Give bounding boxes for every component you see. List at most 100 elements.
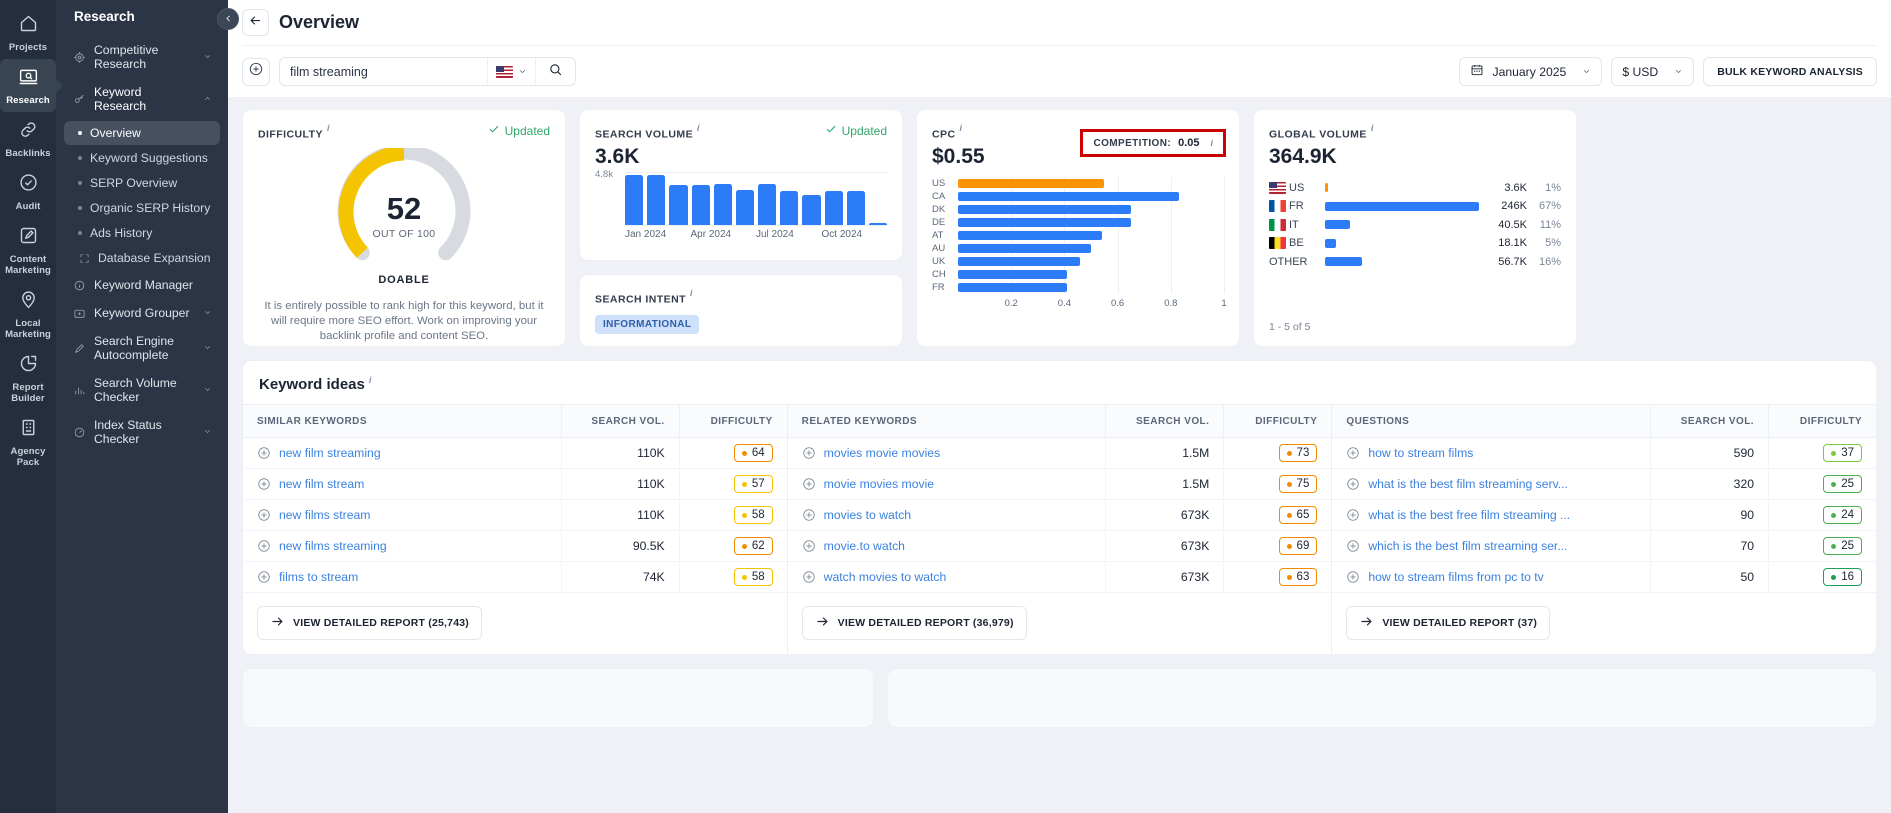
back-button[interactable]: [242, 9, 269, 36]
keyword-cell: new film streaming: [243, 446, 561, 460]
rail-item-backlinks[interactable]: Backlinks: [0, 112, 56, 165]
cpc-country-label: CH: [932, 269, 958, 280]
keyword-link[interactable]: watch movies to watch: [824, 570, 947, 584]
flag-cell: [1269, 182, 1289, 194]
keyword-link[interactable]: how to stream films: [1368, 446, 1473, 460]
view-detailed-report-button[interactable]: VIEW DETAILED REPORT (36,979): [802, 606, 1027, 640]
keyword-link[interactable]: what is the best film streaming serv...: [1368, 477, 1568, 491]
keyword-link[interactable]: new film stream: [279, 477, 364, 491]
info-icon[interactable]: i: [960, 123, 963, 133]
add-keyword-icon[interactable]: [802, 446, 816, 460]
keyword-link[interactable]: movies movie movies: [824, 446, 941, 460]
chevron-up-icon[interactable]: [203, 92, 212, 106]
keyword-link[interactable]: movie movies movie: [824, 477, 934, 491]
keyword-link[interactable]: new films streaming: [279, 539, 387, 553]
info-icon[interactable]: i: [327, 123, 330, 133]
add-keyword-icon[interactable]: [257, 477, 271, 491]
rail-item-content-marketing[interactable]: Content Marketing: [0, 218, 56, 282]
keyword-link[interactable]: new film streaming: [279, 446, 381, 460]
currency-selector[interactable]: $ USD: [1611, 57, 1694, 86]
chevron-down-icon[interactable]: [203, 50, 212, 64]
cpc-track: [958, 205, 1224, 214]
nav-item-keyword-grouper[interactable]: Keyword Grouper: [64, 299, 220, 327]
keyword-link[interactable]: what is the best free film streaming ...: [1368, 508, 1570, 522]
sidebar-item-overview[interactable]: Overview: [64, 121, 220, 145]
rail-item-research[interactable]: Research: [0, 59, 56, 112]
chevron-down-icon[interactable]: [203, 383, 212, 397]
add-keyword-icon[interactable]: [802, 539, 816, 553]
add-keyword-icon[interactable]: [802, 570, 816, 584]
card-title: CPC: [932, 128, 956, 140]
rail-item-projects[interactable]: Projects: [0, 6, 56, 59]
add-keyword-icon[interactable]: [257, 508, 271, 522]
sidebar-item-keyword-suggestions[interactable]: Keyword Suggestions: [64, 146, 220, 170]
add-keyword-icon[interactable]: [1346, 477, 1360, 491]
chevron-down-icon: [1674, 65, 1683, 79]
rail-item-agency-pack[interactable]: Agency Pack: [0, 410, 56, 474]
nav-item-search-engine-autocomplete[interactable]: Search Engine Autocomplete: [64, 327, 220, 369]
keyword-cell: new films stream: [243, 508, 561, 522]
chevron-down-icon[interactable]: [203, 425, 212, 439]
rail-item-report-builder[interactable]: Report Builder: [0, 346, 56, 410]
difficulty-value: 65: [1297, 509, 1310, 521]
add-keyword-icon[interactable]: [1346, 446, 1360, 460]
bulk-keyword-analysis-button[interactable]: BULK KEYWORD ANALYSIS: [1703, 57, 1877, 86]
keyword-link[interactable]: new films stream: [279, 508, 370, 522]
global-volume-row: BE18.1K5%: [1269, 234, 1561, 253]
difficulty-value: 37: [1841, 447, 1854, 459]
percent-value: 16%: [1527, 256, 1561, 268]
view-detailed-report-button[interactable]: VIEW DETAILED REPORT (25,743): [257, 606, 482, 640]
difficulty-value: 75: [1297, 478, 1310, 490]
info-icon[interactable]: i: [369, 375, 372, 385]
search-submit-button[interactable]: [535, 58, 575, 85]
nav-item-keyword-manager[interactable]: Keyword Manager: [64, 271, 220, 299]
keyword-link[interactable]: which is the best film streaming ser...: [1368, 539, 1567, 553]
nav-item-label: Keyword Manager: [94, 278, 212, 292]
keyword-cell: new films streaming: [243, 539, 561, 553]
below-fold-cards: [242, 668, 1877, 728]
difficulty-cell: 57: [679, 469, 787, 499]
x-tick-label: 0.6: [1111, 298, 1124, 309]
difficulty-cell: 63: [1223, 562, 1331, 592]
folder-plus-icon: [72, 307, 86, 320]
add-keyword-icon[interactable]: [257, 446, 271, 460]
sidebar-item-database-expansion[interactable]: Database Expansion: [64, 246, 220, 270]
nav-collapse-button[interactable]: [217, 8, 239, 30]
add-keyword-button[interactable]: [242, 58, 270, 86]
date-range-selector[interactable]: January 2025: [1459, 57, 1602, 86]
nav-item-keyword-research[interactable]: Keyword Research: [64, 78, 220, 120]
add-keyword-icon[interactable]: [1346, 508, 1360, 522]
info-icon[interactable]: i: [1371, 123, 1374, 133]
search-input[interactable]: [280, 58, 487, 85]
rail-item-audit[interactable]: Audit: [0, 165, 56, 218]
sidebar-item-ads-history[interactable]: Ads History: [64, 221, 220, 245]
info-icon[interactable]: i: [690, 288, 693, 298]
add-keyword-icon[interactable]: [257, 570, 271, 584]
panel-heading: Keyword ideas: [259, 376, 365, 393]
info-icon[interactable]: i: [697, 123, 700, 133]
add-keyword-icon[interactable]: [1346, 539, 1360, 553]
add-keyword-icon[interactable]: [257, 539, 271, 553]
keyword-link[interactable]: films to stream: [279, 570, 358, 584]
nav-item-competitive-research[interactable]: Competitive Research: [64, 36, 220, 78]
sidebar-item-serp-overview[interactable]: SERP Overview: [64, 171, 220, 195]
keyword-link[interactable]: movies to watch: [824, 508, 911, 522]
nav-item-search-volume-checker[interactable]: Search Volume Checker: [64, 369, 220, 411]
cpc-row: CH: [932, 268, 1224, 281]
country-selector[interactable]: [487, 58, 535, 85]
rail-item-local-marketing[interactable]: Local Marketing: [0, 282, 56, 346]
chevron-down-icon[interactable]: [203, 306, 212, 320]
add-keyword-icon[interactable]: [1346, 570, 1360, 584]
cpc-track: [958, 257, 1224, 266]
sidebar-item-organic-serp-history[interactable]: Organic SERP History: [64, 196, 220, 220]
add-keyword-icon[interactable]: [802, 508, 816, 522]
keyword-link[interactable]: how to stream films from pc to tv: [1368, 570, 1543, 584]
nav-item-index-status-checker[interactable]: Index Status Checker: [64, 411, 220, 453]
view-detailed-report-button[interactable]: VIEW DETAILED REPORT (37): [1346, 606, 1550, 640]
cpc-track: [958, 244, 1224, 253]
sidebar-item-label: Overview: [90, 126, 141, 140]
keyword-link[interactable]: movie.to watch: [824, 539, 905, 553]
add-keyword-icon[interactable]: [802, 477, 816, 491]
chevron-down-icon[interactable]: [203, 341, 212, 355]
info-icon[interactable]: i: [1210, 138, 1213, 148]
